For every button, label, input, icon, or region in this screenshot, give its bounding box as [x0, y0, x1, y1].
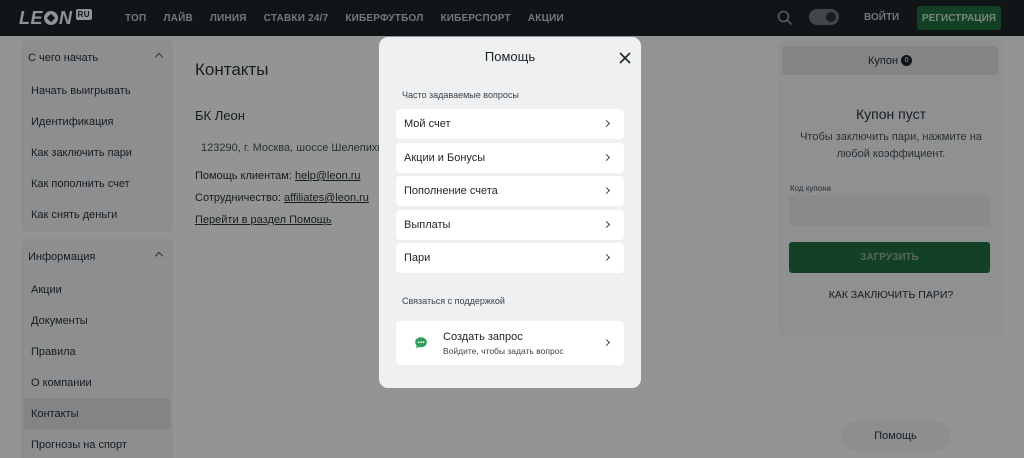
- chevron-right-icon: [602, 153, 611, 162]
- faq-item-label: Акции и Бонусы: [404, 152, 486, 164]
- contact-section-title: Связаться с поддержкой: [402, 296, 505, 306]
- chevron-right-icon: [602, 220, 611, 229]
- faq-item-label: Мой счет: [404, 118, 451, 130]
- create-request-card[interactable]: Создать запрос Войдите, чтобы задать воп…: [396, 321, 624, 365]
- create-request-subtitle: Войдите, чтобы задать вопрос: [443, 346, 564, 356]
- modal-title: Помощь: [484, 49, 536, 64]
- faq-item-promotions-bonuses[interactable]: Акции и Бонусы: [396, 143, 624, 173]
- faq-item-deposit[interactable]: Пополнение счета: [396, 176, 624, 206]
- faq-item-payouts[interactable]: Выплаты: [396, 210, 624, 240]
- chevron-right-icon: [602, 186, 611, 195]
- chevron-right-icon: [602, 253, 611, 262]
- faq-item-my-account[interactable]: Мой счет: [396, 109, 624, 139]
- faq-item-label: Пари: [404, 252, 431, 264]
- chat-icon: [415, 337, 427, 349]
- chevron-right-icon: [602, 119, 611, 128]
- faq-item-bets[interactable]: Пари: [396, 243, 624, 273]
- faq-section-title: Часто задаваемые вопросы: [402, 90, 519, 100]
- faq-item-label: Пополнение счета: [404, 185, 498, 197]
- close-icon[interactable]: [619, 52, 631, 64]
- help-modal: Помощь Часто задаваемые вопросы Мой счет…: [379, 37, 641, 388]
- faq-item-label: Выплаты: [404, 219, 451, 231]
- create-request-title: Создать запрос: [443, 331, 523, 343]
- chevron-right-icon: [602, 338, 611, 347]
